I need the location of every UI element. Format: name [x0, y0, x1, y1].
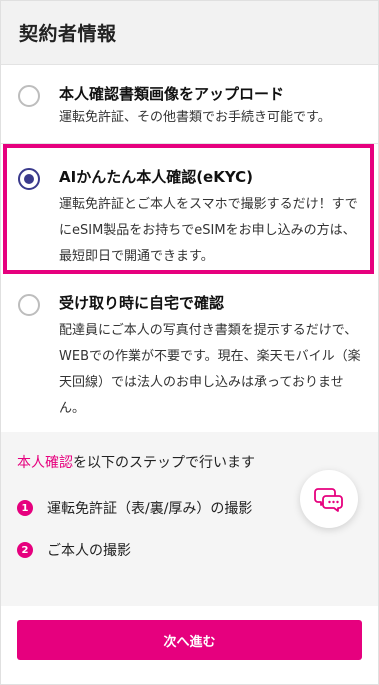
step-item: 2 ご本人の撮影 [17, 540, 362, 560]
radio-upload-documents[interactable] [18, 85, 40, 107]
chat-button[interactable] [300, 470, 358, 528]
step-label: ご本人の撮影 [47, 543, 131, 559]
option-ekyc[interactable]: AIかんたん本人確認(eKYC) 運転免許証とご本人をスマホで撮影するだけ！すで… [3, 144, 374, 274]
page-title: 契約者情報 [19, 23, 117, 45]
option-title: 受け取り時に自宅で確認 [59, 294, 225, 312]
section-header: 契約者情報 [1, 1, 378, 65]
option-title: AIかんたん本人確認(eKYC) [59, 168, 254, 186]
option-title: 本人確認書類画像をアップロード [59, 85, 285, 103]
step-number: 2 [17, 542, 33, 558]
verification-steps: 本人確認を以下のステップで行います 1 運転免許証（表/裏/厚み）の撮影 2 ご… [1, 432, 378, 608]
steps-heading-accent: 本人確認 [17, 455, 73, 471]
step-number: 1 [17, 500, 33, 516]
option-description: 運転免許証、その他書類でお手続き可能です。 [59, 110, 331, 125]
footer: 次へ進む [1, 606, 378, 684]
option-description: 配達員にご本人の写真付き書類を提示するだけで、WEBでの作業が不要です。現在、楽… [59, 323, 361, 416]
step-label: 運転免許証（表/裏/厚み）の撮影 [47, 501, 253, 517]
app-frame: 契約者情報 本人確認書類画像をアップロード 運転免許証、その他書類でお手続き可能… [0, 0, 379, 685]
radio-home-verification[interactable] [18, 294, 40, 316]
option-upload-documents[interactable]: 本人確認書類画像をアップロード 運転免許証、その他書類でお手続き可能です。 [1, 65, 378, 139]
next-button[interactable]: 次へ進む [17, 620, 362, 660]
steps-heading-text: を以下のステップで行います [73, 455, 255, 471]
radio-ekyc[interactable] [18, 168, 40, 190]
option-home-verification[interactable]: 受け取り時に自宅で確認 配達員にご本人の写真付き書類を提示するだけで、WEBでの… [1, 274, 378, 432]
chat-bubbles-icon [314, 488, 343, 512]
steps-heading: 本人確認を以下のステップで行います [17, 452, 362, 474]
option-description: 運転免許証とご本人をスマホで撮影するだけ！すでにeSIM製品をお持ちでeSIMを… [59, 197, 358, 264]
